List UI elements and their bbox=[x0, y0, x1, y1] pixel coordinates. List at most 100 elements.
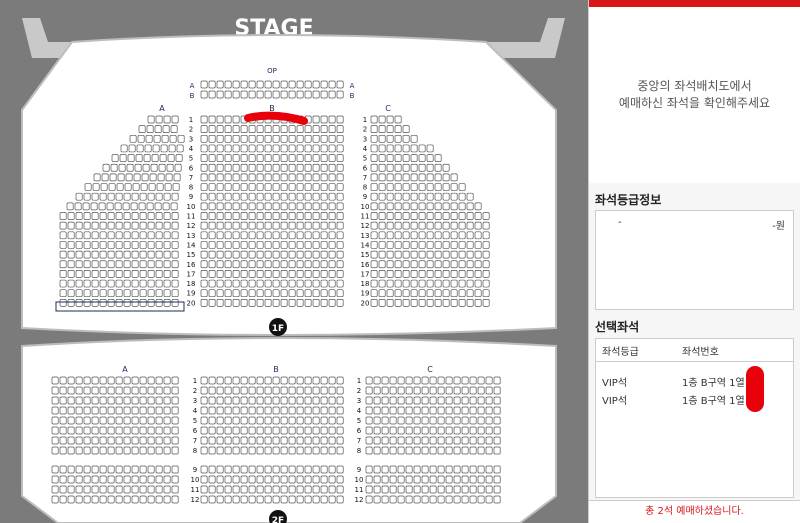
floor1-seat-a[interactable] bbox=[155, 270, 163, 278]
floor1-seat-b[interactable] bbox=[296, 173, 304, 182]
floor1-seat-c[interactable] bbox=[434, 154, 442, 162]
floor2-seat-b[interactable] bbox=[240, 426, 248, 435]
floor2-seat-a[interactable] bbox=[91, 386, 99, 395]
floor1-seat-b[interactable] bbox=[280, 212, 288, 220]
floor1-seat-b[interactable] bbox=[320, 241, 328, 249]
floor1-seat-a[interactable] bbox=[59, 260, 67, 269]
floor2-seat-a[interactable] bbox=[75, 386, 83, 395]
floor1-seat-b[interactable] bbox=[240, 212, 248, 220]
floor1-seat-a[interactable] bbox=[155, 289, 163, 298]
floor2-seat-c[interactable] bbox=[421, 436, 429, 445]
floor1-seat-c[interactable] bbox=[378, 289, 386, 298]
floor2-seat-c[interactable] bbox=[437, 475, 445, 484]
floor1-seat-c[interactable] bbox=[426, 221, 434, 230]
floor2-seat-b[interactable] bbox=[208, 396, 216, 405]
floor1-seat-b[interactable] bbox=[264, 125, 272, 134]
floor2-seat-c[interactable] bbox=[477, 465, 485, 474]
floor1-seat-c[interactable] bbox=[442, 173, 450, 182]
floor2-seat-a[interactable] bbox=[51, 475, 59, 484]
floor2-seat-a[interactable] bbox=[67, 426, 75, 435]
floor2-seat-b[interactable] bbox=[328, 426, 336, 435]
floor1-seat-a[interactable] bbox=[91, 250, 99, 259]
floor1-seat-b[interactable] bbox=[248, 202, 256, 211]
floor1-seat-a[interactable] bbox=[118, 163, 126, 172]
floor2-seat-b[interactable] bbox=[328, 485, 336, 494]
floor1-seat-c[interactable] bbox=[426, 183, 434, 191]
floor2-seat-a[interactable] bbox=[59, 376, 67, 385]
floor1-seat-a[interactable] bbox=[163, 241, 171, 249]
floor1-seat-b[interactable] bbox=[320, 299, 328, 307]
floor1-seat-c[interactable] bbox=[426, 212, 434, 220]
floor2-seat-a[interactable] bbox=[75, 416, 83, 425]
floor1-seat-c[interactable] bbox=[410, 212, 418, 220]
floor1-seat-c[interactable] bbox=[474, 221, 482, 230]
floor1-seat-b[interactable] bbox=[256, 299, 264, 307]
floor2-seat-b[interactable] bbox=[264, 376, 272, 385]
floor1-seat-b[interactable] bbox=[296, 250, 304, 259]
floor1-seat-b[interactable] bbox=[232, 221, 240, 230]
floor1-seat-b[interactable] bbox=[312, 163, 320, 172]
floor2-seat-c[interactable] bbox=[477, 485, 485, 494]
floor2-seat-b[interactable] bbox=[280, 495, 288, 504]
floor1-seat-b[interactable] bbox=[232, 231, 240, 240]
floor2-seat-a[interactable] bbox=[147, 416, 155, 425]
floor2-seat-c[interactable] bbox=[421, 475, 429, 484]
floor1-seat-b[interactable] bbox=[304, 134, 312, 143]
floor1-seat-b[interactable] bbox=[240, 260, 248, 269]
floor1-seat-a[interactable] bbox=[75, 231, 83, 240]
floor1-seat-b[interactable] bbox=[264, 144, 272, 153]
floor1-seat-b[interactable] bbox=[312, 231, 320, 240]
floor1-seat-b[interactable] bbox=[216, 231, 224, 240]
floor2-seat-b[interactable] bbox=[288, 446, 296, 455]
floor1-seat-c[interactable] bbox=[426, 279, 434, 288]
floor2-seat-c[interactable] bbox=[461, 426, 469, 435]
floor1-seat-a[interactable] bbox=[135, 154, 143, 162]
floor1-seat-a[interactable] bbox=[83, 241, 91, 249]
floor1-seat-b[interactable] bbox=[272, 192, 280, 201]
floor1-seat-a[interactable] bbox=[107, 192, 115, 201]
floor1-seat-c[interactable] bbox=[418, 250, 426, 259]
floor1-seat-a[interactable] bbox=[99, 221, 107, 230]
floor1-seat-c[interactable] bbox=[370, 192, 378, 201]
floor1-seat-c[interactable] bbox=[450, 260, 458, 269]
floor1-seat-a[interactable] bbox=[131, 279, 139, 288]
floor1-seat-b[interactable] bbox=[288, 183, 296, 191]
floor2-seat-a[interactable] bbox=[123, 376, 131, 385]
floor2-seat-a[interactable] bbox=[59, 465, 67, 474]
floor2-seat-c[interactable] bbox=[413, 396, 421, 405]
floor1-seat-c[interactable] bbox=[482, 241, 490, 249]
floor1-seat-c[interactable] bbox=[402, 125, 410, 134]
floor1-seat-b[interactable] bbox=[288, 260, 296, 269]
floor2-seat-b[interactable] bbox=[232, 376, 240, 385]
floor2-seat-c[interactable] bbox=[405, 436, 413, 445]
floor2-seat-a[interactable] bbox=[99, 475, 107, 484]
floor1-seat-a[interactable] bbox=[107, 212, 115, 220]
floor2-seat-c[interactable] bbox=[421, 406, 429, 415]
floor1-seat-c[interactable] bbox=[410, 250, 418, 259]
floor2-seat-a[interactable] bbox=[51, 436, 59, 445]
floor1-seat-c[interactable] bbox=[402, 289, 410, 298]
floor1-seat-b[interactable] bbox=[336, 134, 344, 143]
floor1-seat-b[interactable] bbox=[288, 125, 296, 134]
floor1-seat-b[interactable] bbox=[272, 270, 280, 278]
floor2-seat-b[interactable] bbox=[272, 495, 280, 504]
floor1-seat-c[interactable] bbox=[450, 250, 458, 259]
floor2-seat-b[interactable] bbox=[264, 495, 272, 504]
floor1-seat-b[interactable] bbox=[224, 260, 232, 269]
floor1-seat-a[interactable] bbox=[164, 183, 172, 191]
floor2-seat-a[interactable] bbox=[139, 446, 147, 455]
floor1-seat-c[interactable] bbox=[370, 279, 378, 288]
floor1-seat-b[interactable] bbox=[312, 212, 320, 220]
floor2-seat-a[interactable] bbox=[67, 475, 75, 484]
op-seat[interactable] bbox=[200, 90, 208, 99]
floor1-seat-b[interactable] bbox=[320, 279, 328, 288]
floor2-seat-b[interactable] bbox=[232, 475, 240, 484]
floor2-seat-c[interactable] bbox=[437, 416, 445, 425]
floor1-seat-c[interactable] bbox=[418, 183, 426, 191]
floor1-seat-b[interactable] bbox=[256, 250, 264, 259]
floor2-seat-b[interactable] bbox=[336, 465, 344, 474]
floor1-seat-a[interactable] bbox=[107, 231, 115, 240]
floor1-seat-c[interactable] bbox=[442, 250, 450, 259]
floor1-seat-c[interactable] bbox=[474, 231, 482, 240]
floor1-seat-c[interactable] bbox=[402, 241, 410, 249]
